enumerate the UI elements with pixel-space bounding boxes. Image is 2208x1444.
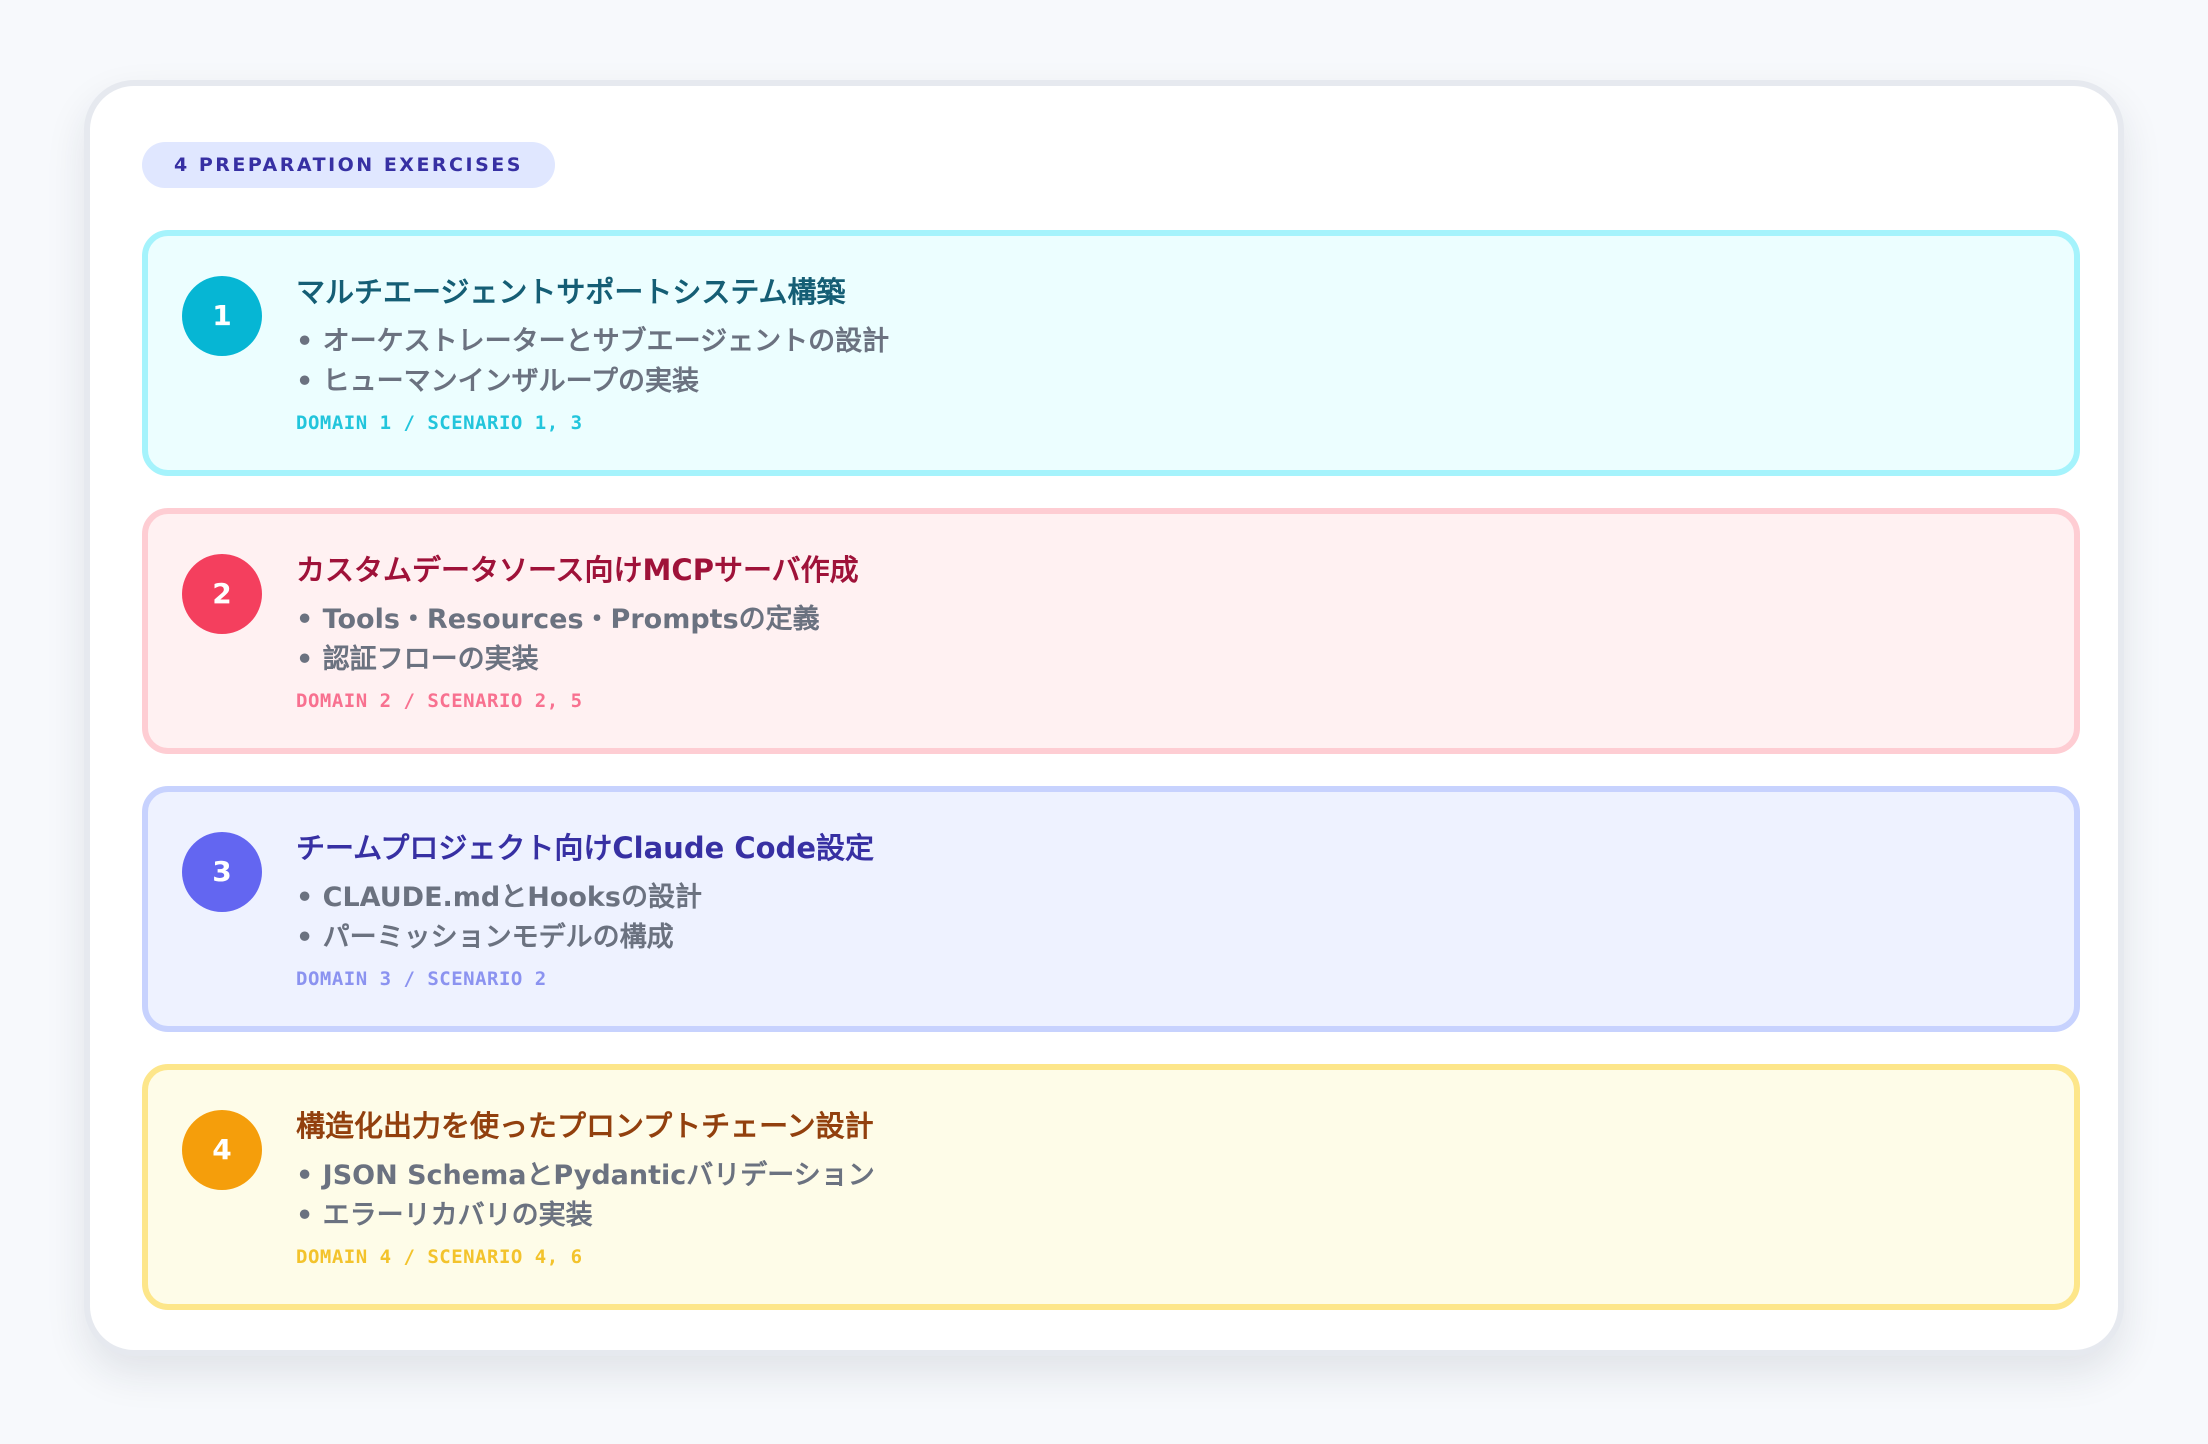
exercise-domain-scenario: DOMAIN 4 / SCENARIO 4, 6 (296, 1246, 583, 1268)
exercise-bullet: • パーミッションモデルの構成 (296, 922, 674, 953)
exercise-number-badge: 2 (182, 554, 262, 634)
exercise-content: マルチエージェントサポートシステム構築 • オーケストレーターとサブエージェント… (296, 272, 2034, 436)
exercise-bullet: • CLAUDE.mdとHooksの設計 (296, 882, 702, 913)
exercise-domain-scenario: DOMAIN 1 / SCENARIO 1, 3 (296, 412, 583, 434)
exercise-item-3: 3 チームプロジェクト向けClaude Code設定 • CLAUDE.mdとH… (142, 786, 2080, 1032)
exercise-domain-scenario: DOMAIN 2 / SCENARIO 2, 5 (296, 690, 583, 712)
exercise-bullet: • エラーリカバリの実装 (296, 1200, 593, 1231)
exercise-number-badge: 3 (182, 832, 262, 912)
exercise-title: マルチエージェントサポートシステム構築 (296, 275, 846, 309)
exercise-bullet: • Tools・Resources・Promptsの定義 (296, 604, 820, 635)
exercise-bullets: • Tools・Resources・Promptsの定義 • 認証フローの実装 (296, 600, 2034, 680)
exercise-bullets: • CLAUDE.mdとHooksの設計 • パーミッションモデルの構成 (296, 878, 2034, 958)
exercises-card: 4 PREPARATION EXERCISES 1 マルチエージェントサポートシ… (84, 80, 2124, 1356)
exercise-bullet: • 認証フローの実装 (296, 644, 539, 675)
exercise-title: チームプロジェクト向けClaude Code設定 (296, 831, 874, 865)
exercise-bullets: • JSON SchemaとPydanticバリデーション • エラーリカバリの… (296, 1156, 2034, 1236)
exercise-number-badge: 1 (182, 276, 262, 356)
section-label-badge: 4 PREPARATION EXERCISES (142, 142, 555, 188)
exercise-title: カスタムデータソース向けMCPサーバ作成 (296, 553, 859, 587)
exercise-bullet: • オーケストレーターとサブエージェントの設計 (296, 326, 890, 357)
exercise-domain-scenario: DOMAIN 3 / SCENARIO 2 (296, 968, 547, 990)
exercise-bullet: • JSON SchemaとPydanticバリデーション (296, 1160, 875, 1191)
exercise-item-2: 2 カスタムデータソース向けMCPサーバ作成 • Tools・Resources… (142, 508, 2080, 754)
exercise-content: チームプロジェクト向けClaude Code設定 • CLAUDE.mdとHoo… (296, 828, 2034, 992)
exercise-title: 構造化出力を使ったプロンプトチェーン設計 (296, 1109, 874, 1143)
exercise-number-badge: 4 (182, 1110, 262, 1190)
exercise-content: カスタムデータソース向けMCPサーバ作成 • Tools・Resources・P… (296, 550, 2034, 714)
exercise-list: 1 マルチエージェントサポートシステム構築 • オーケストレーターとサブエージェ… (142, 230, 2080, 1310)
exercise-content: 構造化出力を使ったプロンプトチェーン設計 • JSON SchemaとPydan… (296, 1106, 2034, 1270)
exercise-bullets: • オーケストレーターとサブエージェントの設計 • ヒューマンインザループの実装 (296, 322, 2034, 402)
exercise-item-4: 4 構造化出力を使ったプロンプトチェーン設計 • JSON SchemaとPyd… (142, 1064, 2080, 1310)
exercise-item-1: 1 マルチエージェントサポートシステム構築 • オーケストレーターとサブエージェ… (142, 230, 2080, 476)
exercise-bullet: • ヒューマンインザループの実装 (296, 366, 700, 397)
